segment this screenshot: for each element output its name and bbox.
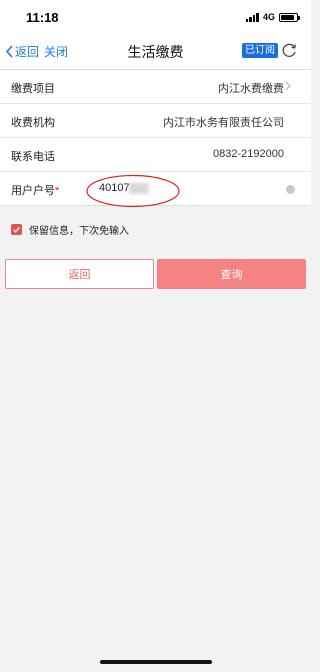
status-time: 11:18 (26, 10, 59, 25)
payment-item-label: 缴费项目 (11, 83, 55, 95)
status-indicators: 4G (245, 12, 300, 22)
account-label-text: 用户户号 (11, 185, 55, 197)
network-type: 4G (262, 12, 275, 22)
required-mark: * (55, 185, 60, 197)
status-bar: 11:18 4G (0, 0, 311, 34)
institution-value: 内江市水务有限责任公司 (163, 117, 284, 129)
row-payment-item[interactable]: 缴费项目 内江水费缴费 (0, 70, 311, 104)
back-button[interactable]: 返回 (5, 259, 154, 289)
subscribed-badge[interactable]: 已订阅 (242, 43, 278, 58)
checkmark-icon (13, 226, 20, 233)
institution-label: 收费机构 (11, 117, 55, 129)
phone-label: 联系电话 (11, 151, 55, 163)
refresh-icon[interactable] (280, 41, 298, 59)
payment-form: 缴费项目 内江水费缴费 收费机构 内江市水务有限责任公司 联系电话 0832-2… (0, 70, 311, 206)
chevron-right-icon (285, 81, 291, 91)
row-institution: 收费机构 内江市水务有限责任公司 (0, 104, 311, 138)
redacted-digits (129, 183, 149, 194)
query-button[interactable]: 查询 (157, 259, 306, 289)
remember-info-label: 保留信息，下次免输入 (29, 226, 129, 237)
row-phone: 联系电话 0832-2192000 (0, 138, 311, 172)
clear-input-icon[interactable] (286, 185, 295, 194)
row-account-number: 用户户号* (0, 172, 311, 206)
account-number-label: 用户户号* (11, 182, 59, 198)
payment-item-value: 内江水费缴费 (218, 83, 284, 95)
battery-fill (281, 14, 294, 20)
remember-info-checkbox[interactable]: 保留信息，下次免输入 (11, 222, 129, 237)
checkbox-checked-icon[interactable] (11, 224, 22, 235)
phone-value: 0832-2192000 (213, 148, 284, 160)
battery-icon (279, 12, 300, 22)
nav-bar: 返回 关闭 生活缴费 已订阅 (0, 34, 311, 70)
home-indicator (100, 660, 212, 664)
signal-icon (245, 12, 259, 22)
account-number-input[interactable] (99, 182, 249, 194)
